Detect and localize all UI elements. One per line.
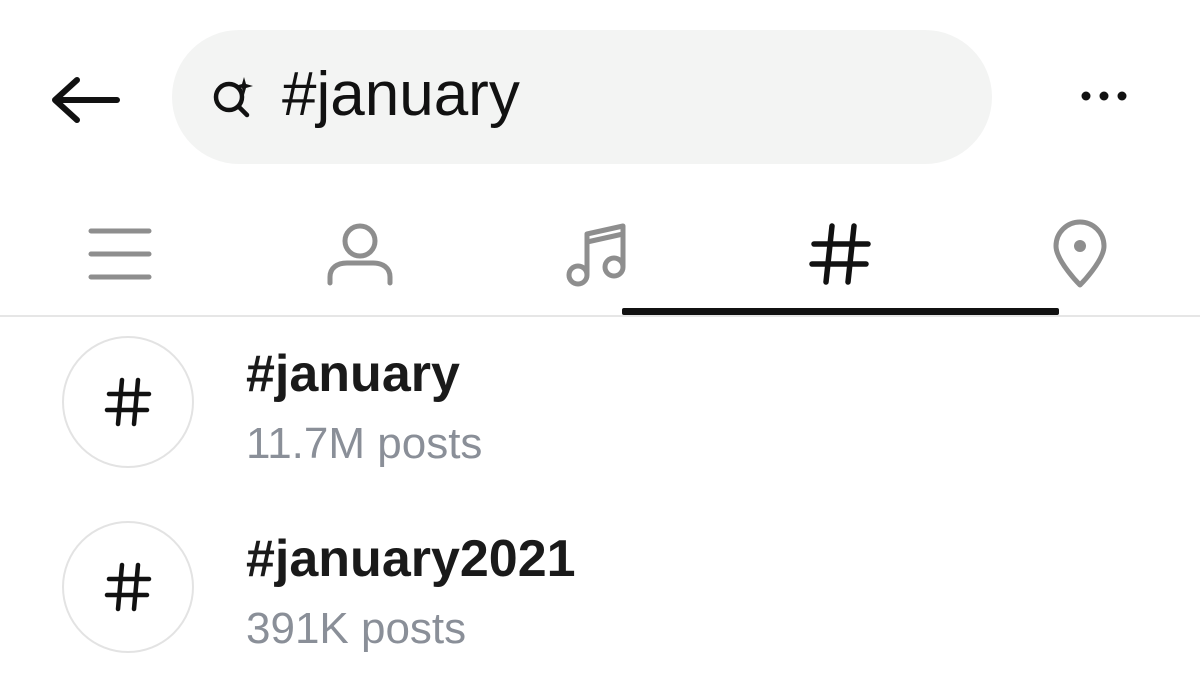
tab-tags[interactable] xyxy=(760,195,920,313)
post-count: 391K posts xyxy=(246,604,467,653)
back-button[interactable] xyxy=(40,60,130,140)
hashtag-search-screen: #january #january 11.7M posts #january20… xyxy=(0,0,1200,675)
top-bar: #january xyxy=(0,0,1200,190)
list-item[interactable]: #january2021 391K posts xyxy=(0,515,1200,675)
location-pin-icon xyxy=(1053,219,1107,288)
active-tab-indicator xyxy=(622,308,1059,315)
post-count: 11.7M posts xyxy=(246,419,483,468)
tab-accounts[interactable] xyxy=(280,195,440,313)
music-note-icon xyxy=(566,223,626,287)
tab-places[interactable] xyxy=(1000,195,1160,313)
search-query[interactable]: #january xyxy=(282,64,520,126)
hashtag-name: #january2021 xyxy=(246,530,576,588)
hashtag-icon xyxy=(809,223,871,285)
arrow-left-icon xyxy=(52,77,120,123)
search-sparkle-icon xyxy=(206,70,260,124)
search-input[interactable]: #january xyxy=(172,30,992,164)
hashtag-name: #january xyxy=(246,345,460,403)
hashtag-avatar xyxy=(62,336,194,468)
more-options-button[interactable] xyxy=(1062,66,1146,126)
list-item[interactable]: #january 11.7M posts xyxy=(0,330,1200,500)
list-icon xyxy=(88,228,152,280)
user-icon xyxy=(327,223,393,286)
hashtag-avatar xyxy=(62,521,194,653)
hashtag-icon xyxy=(104,562,152,612)
search-category-tabs xyxy=(0,195,1200,315)
tabs-divider xyxy=(0,315,1200,317)
tab-top[interactable] xyxy=(40,195,200,313)
hashtag-icon xyxy=(104,377,152,427)
more-horizontal-icon xyxy=(1081,91,1127,101)
tab-audio[interactable] xyxy=(518,195,678,313)
